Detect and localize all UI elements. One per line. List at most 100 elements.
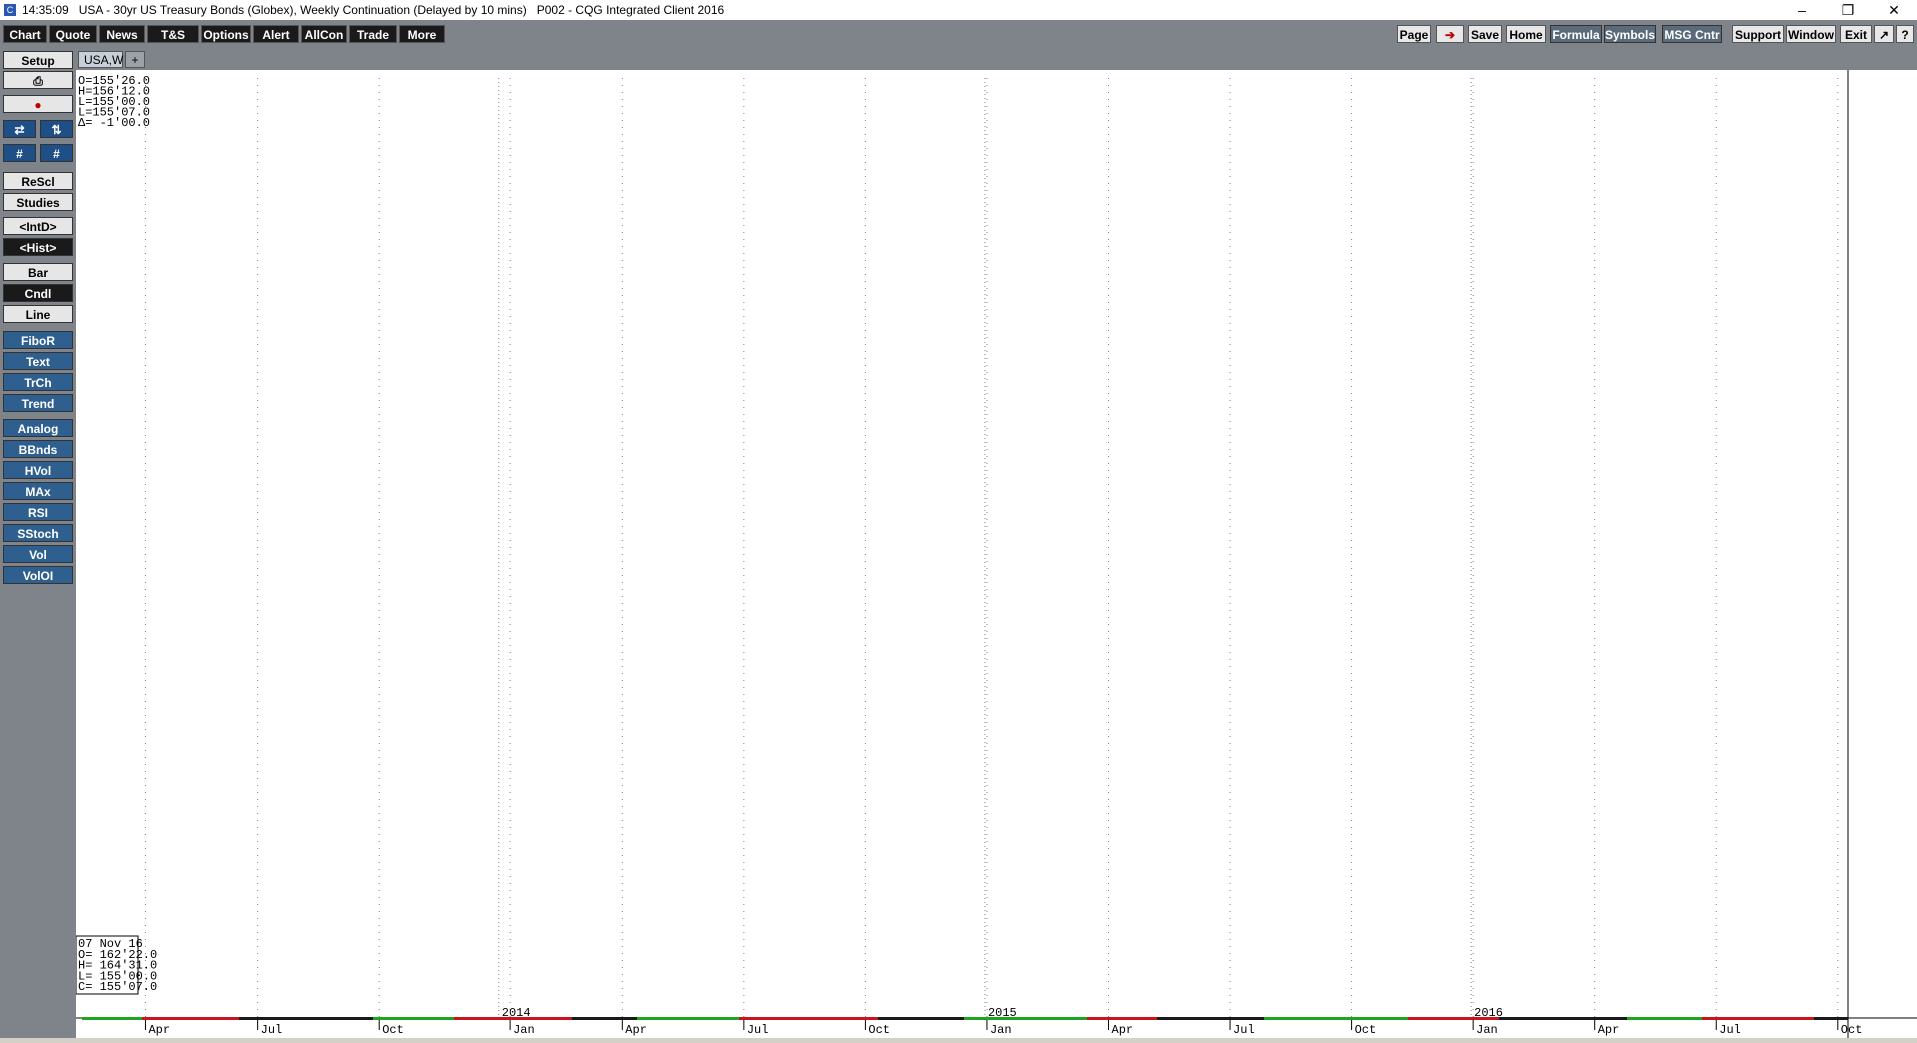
moving-average-button[interactable]: MAx: [3, 482, 73, 500]
chart-tab-bar: USA,W +: [76, 48, 1917, 70]
session-strip: [964, 1017, 1087, 1020]
studies-button[interactable]: Studies: [3, 193, 73, 211]
bar-chart-button[interactable]: Bar: [3, 263, 73, 281]
trend-line-button[interactable]: Trend: [3, 394, 73, 412]
fibonacci-button[interactable]: FiboR: [3, 331, 73, 349]
month-tick-label: Jul: [261, 1023, 283, 1037]
text-tool-button[interactable]: Text: [3, 352, 73, 370]
move-right-icon[interactable]: ⇅: [40, 120, 73, 138]
cqg-icon[interactable]: ●: [3, 95, 73, 113]
month-tick-label: Jan: [990, 1023, 1012, 1037]
session-strip: [1087, 1017, 1157, 1020]
page-code: P002: [536, 3, 565, 17]
candle-chart-button[interactable]: Cndl: [3, 284, 73, 302]
month-tick-label: Oct: [1355, 1023, 1377, 1037]
quote-button[interactable]: Quote: [49, 25, 97, 43]
volume-oi-button[interactable]: VolOI: [3, 566, 73, 584]
arrow-icon[interactable]: ➔: [1436, 25, 1464, 43]
save-button[interactable]: Save: [1468, 25, 1502, 43]
rsi-button[interactable]: RSI: [3, 503, 73, 521]
line-chart-button[interactable]: Line: [3, 305, 73, 323]
month-tick-label: Apr: [1112, 1023, 1134, 1037]
chart-button[interactable]: Chart: [3, 25, 47, 43]
chart-sidebar: Setup ⎙ ● ⇄ ⇅ # # ReScl Studies <IntD> <…: [0, 48, 76, 1038]
allcon-button[interactable]: AllCon: [301, 25, 347, 43]
ohlc-top-line: Δ= -1'00.0: [78, 116, 150, 130]
alert-button[interactable]: Alert: [253, 25, 299, 43]
session-strip: [739, 1017, 878, 1020]
app-name: CQG Integrated Client 2016: [575, 3, 725, 17]
analog-button[interactable]: Analog: [3, 419, 73, 437]
home-button[interactable]: Home: [1506, 25, 1546, 43]
session-strip: [637, 1017, 739, 1020]
historical-volatility-button[interactable]: HVol: [3, 461, 73, 479]
float-window-icon[interactable]: ↗: [1874, 25, 1894, 43]
clock-time: 14:35:09: [22, 3, 69, 17]
more-button[interactable]: More: [399, 25, 445, 43]
close-icon[interactable]: ✕: [1871, 0, 1917, 20]
session-strip: [142, 1017, 239, 1020]
print-icon[interactable]: ⎙: [3, 71, 73, 89]
month-tick-label: Apr: [625, 1023, 647, 1037]
session-strip: [1814, 1017, 1848, 1020]
move-left-icon[interactable]: ⇄: [3, 120, 36, 138]
title-bar: C 14:35:09 USA - 30yr US Treasury Bonds …: [0, 0, 1917, 20]
month-tick-label: Oct: [1841, 1023, 1863, 1037]
window-title: 14:35:09 USA - 30yr US Treasury Bonds (G…: [22, 3, 725, 17]
month-tick-label: Jul: [747, 1023, 769, 1037]
rescale-button[interactable]: ReScl: [3, 172, 73, 190]
session-strip: [1264, 1017, 1408, 1020]
chart-background: [76, 70, 1917, 1038]
candlestick-chart[interactable]: 128'00.130'00.132'00.134'00.136'00.138'0…: [75, 70, 1917, 1038]
minimize-icon[interactable]: –: [1779, 0, 1825, 20]
volume-button[interactable]: Vol: [3, 545, 73, 563]
session-strip: [454, 1017, 572, 1020]
page-button[interactable]: Page: [1397, 25, 1431, 43]
historical-button[interactable]: <Hist>: [3, 238, 73, 256]
trend-channel-button[interactable]: TrCh: [3, 373, 73, 391]
month-tick-label: Jan: [1476, 1023, 1498, 1037]
ohlc-bottom-line: C= 155'07.0: [78, 980, 157, 994]
month-tick-label: Apr: [148, 1023, 170, 1037]
session-strip: [1499, 1017, 1627, 1020]
month-tick-label: Jul: [1233, 1023, 1255, 1037]
main-toolbar: Chart Quote News T&S Options Alert AllCo…: [0, 20, 1917, 48]
month-tick-label: Jul: [1719, 1023, 1741, 1037]
add-tab-button[interactable]: +: [125, 51, 145, 68]
time-and-sales-button[interactable]: T&S: [147, 25, 199, 43]
restore-icon[interactable]: ❐: [1825, 0, 1871, 20]
session-strip: [1157, 1017, 1264, 1020]
bollinger-bands-button[interactable]: BBnds: [3, 440, 73, 458]
window-button[interactable]: Window: [1786, 25, 1836, 43]
help-button[interactable]: ?: [1896, 25, 1914, 43]
month-tick-label: Apr: [1598, 1023, 1620, 1037]
session-strip: [82, 1017, 142, 1020]
grid-right-icon[interactable]: #: [40, 144, 73, 162]
options-button[interactable]: Options: [201, 25, 251, 43]
session-strip: [572, 1017, 637, 1020]
support-button[interactable]: Support: [1732, 25, 1784, 43]
grid-left-icon[interactable]: #: [3, 144, 36, 162]
trade-button[interactable]: Trade: [349, 25, 397, 43]
news-button[interactable]: News: [99, 25, 145, 43]
setup-button[interactable]: Setup: [3, 51, 73, 69]
symbols-button[interactable]: Symbols: [1604, 25, 1656, 43]
formula-button[interactable]: Formula: [1550, 25, 1602, 43]
tab-usa-weekly[interactable]: USA,W: [78, 51, 123, 68]
session-strip: [1702, 1017, 1814, 1020]
month-tick-label: Oct: [868, 1023, 890, 1037]
session-strip: [878, 1017, 964, 1020]
cqg-logo-icon: C: [4, 4, 16, 16]
month-tick-label: Oct: [382, 1023, 404, 1037]
slow-stochastic-button[interactable]: SStoch: [3, 524, 73, 542]
chart-area[interactable]: 128'00.130'00.132'00.134'00.136'00.138'0…: [75, 70, 1917, 1038]
session-strip: [1627, 1017, 1702, 1020]
exit-button[interactable]: Exit: [1840, 25, 1872, 43]
session-strip: [373, 1017, 454, 1020]
session-strip: [1408, 1017, 1499, 1020]
session-strip: [239, 1017, 373, 1020]
intraday-button[interactable]: <IntD>: [3, 217, 73, 235]
month-tick-label: Jan: [513, 1023, 535, 1037]
window-title-text: USA - 30yr US Treasury Bonds (Globex), W…: [78, 3, 527, 17]
msg-center-button[interactable]: MSG Cntr: [1662, 25, 1722, 43]
